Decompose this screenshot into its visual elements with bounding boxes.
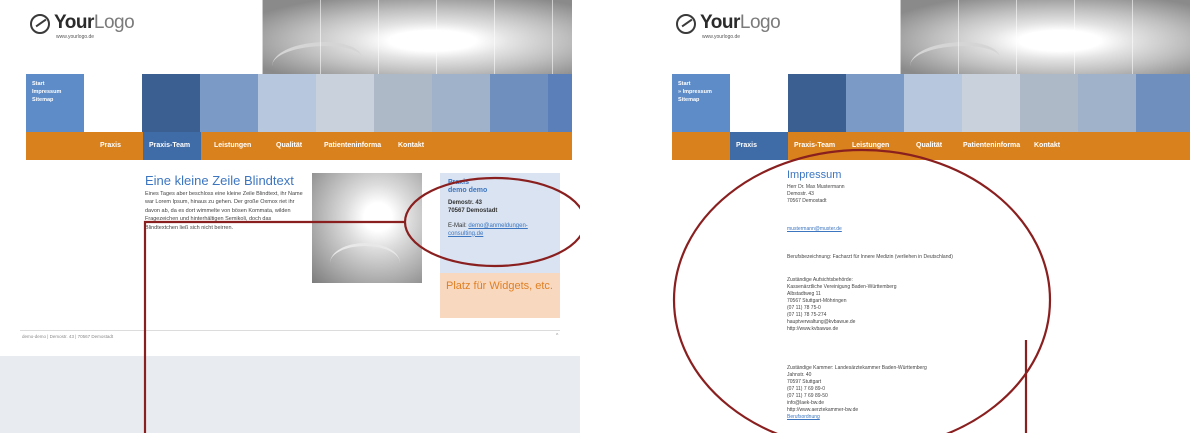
highlight-ellipse <box>672 148 1052 433</box>
highlight-annotation-right <box>672 148 1052 433</box>
